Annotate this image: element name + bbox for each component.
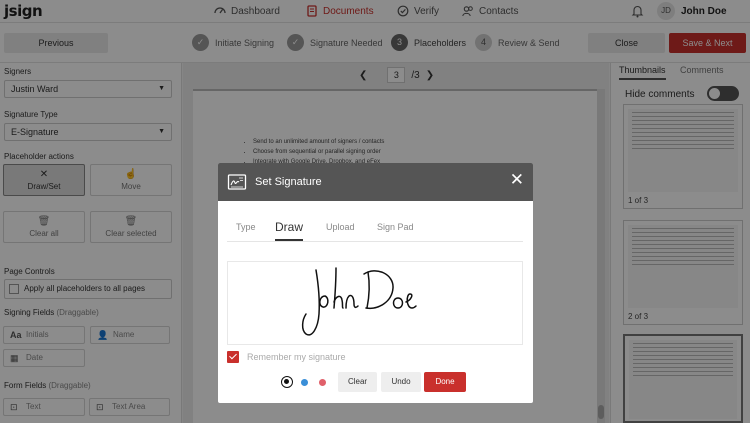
- color-swatch: [284, 379, 289, 384]
- tab-sign-pad[interactable]: Sign Pad: [377, 222, 414, 238]
- color-red[interactable]: [319, 379, 326, 386]
- color-blue[interactable]: [301, 379, 308, 386]
- tab-draw[interactable]: Draw: [275, 220, 304, 241]
- set-signature-modal: Set Signature ✕ Type Draw Upload Sign Pa…: [218, 163, 533, 403]
- done-button[interactable]: Done: [424, 372, 466, 392]
- signature-card-icon: [227, 174, 247, 190]
- signature-draw-canvas[interactable]: [227, 261, 523, 345]
- modal-title: Set Signature: [255, 176, 322, 188]
- tab-upload[interactable]: Upload: [326, 222, 355, 238]
- undo-button[interactable]: Undo: [381, 372, 421, 392]
- remember-label: Remember my signature: [247, 352, 346, 362]
- clear-button[interactable]: Clear: [338, 372, 377, 392]
- signature-method-tabs: Type Draw Upload Sign Pad: [227, 218, 523, 242]
- color-black-selected[interactable]: [281, 376, 293, 388]
- checked-checkbox-icon: [227, 351, 239, 363]
- remember-signature-checkbox[interactable]: Remember my signature: [227, 351, 346, 363]
- drawn-signature: [301, 267, 417, 336]
- modal-header: Set Signature ✕: [218, 163, 533, 201]
- close-icon[interactable]: ✕: [510, 171, 524, 188]
- tab-type[interactable]: Type: [236, 222, 256, 238]
